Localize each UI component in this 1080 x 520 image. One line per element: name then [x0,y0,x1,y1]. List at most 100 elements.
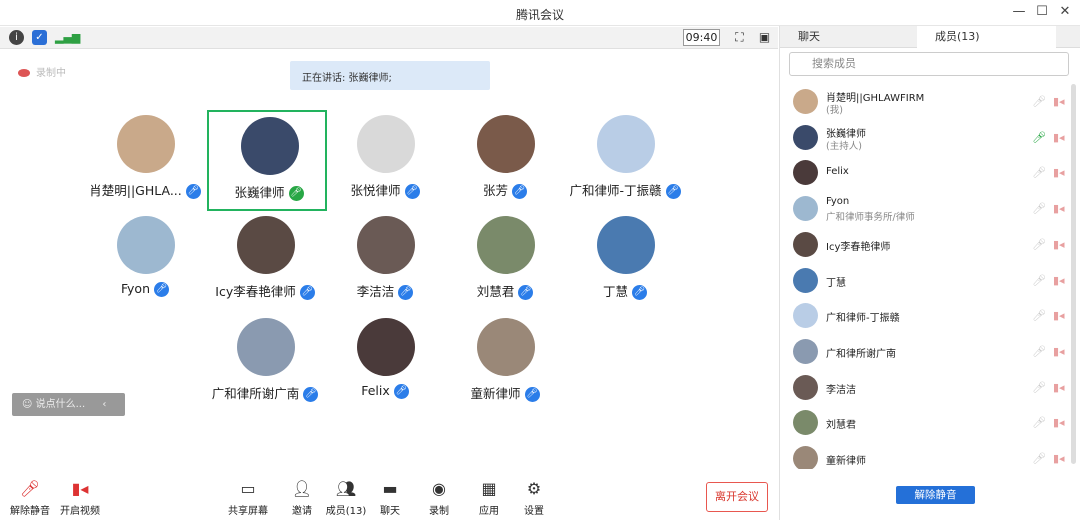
close-button[interactable]: ✕ [1056,4,1074,19]
member-row[interactable]: 张巍律师 (主持人) 🎤︎ ▮◂ [780,120,1068,156]
video-off-icon[interactable]: ▮◂ [1053,202,1065,215]
mic-off-icon[interactable]: 🎤︎ [1032,202,1046,215]
mic-off-icon[interactable]: 🎤︎ [1032,309,1046,322]
member-row[interactable]: 广和律师-丁振赣 🎤︎ ▮◂ [780,298,1068,334]
info-icon[interactable]: i [9,30,24,45]
participant-name: 广和律师-丁振赣 🎤︎ [569,183,681,199]
speaking-banner: 正在讲话: 张巍律师; [290,61,490,90]
participant-name: 童新律师 🎤︎ [470,386,540,402]
member-name: 刘慧君 [826,420,856,432]
video-off-icon[interactable]: ▮◂ [1053,95,1065,108]
member-row[interactable]: 李洁洁 🎤︎ ▮◂ [780,370,1068,406]
member-row[interactable]: 肖楚明||GHLAWFIRM (我) 🎤︎ ▮◂ [780,84,1068,120]
maximize-button[interactable]: ☐ [1033,4,1051,19]
member-row[interactable]: Icy李春艳律师 🎤︎ ▮◂ [780,227,1068,263]
add-user-icon: 👤︎ [291,479,313,498]
avatar [241,117,299,175]
member-name: 李洁洁 [826,384,856,396]
mic-off-icon[interactable]: 🎤︎ [1032,381,1046,394]
member-role: (主持人) [826,140,862,152]
leave-meeting-button[interactable]: 离开会议 [706,482,768,512]
member-name: 广和律所谢广南 [826,348,896,360]
tab-members[interactable]: 成员(13) [917,26,1056,48]
video-off-icon[interactable]: ▮◂ [1053,131,1065,144]
member-row[interactable]: 丁慧 🎤︎ ▮◂ [780,263,1068,299]
gear-icon: ⚙ [526,479,542,498]
unmute-all-button[interactable]: 解除静音 [896,486,975,504]
fullscreen-icon[interactable]: ⛶ [732,30,747,45]
member-name: 广和律师-丁振赣 [826,313,900,325]
member-list: 肖楚明||GHLAWFIRM (我) 🎤︎ ▮◂ 张巍律师 (主持人) 🎤︎ ▮◂ Felix 🎤… [780,84,1068,469]
meeting-toolbar: i ✓ ▂▄▆ 09:40 ⛶ ▣ [0,27,778,49]
mic-icon[interactable]: 🎤︎ [1032,131,1046,144]
participant-tile[interactable]: 广和律师-丁振赣 🎤︎ [565,110,685,210]
window-title: 腾讯会议 [515,8,564,22]
mic-off-icon[interactable]: 🎤︎ [1032,452,1046,465]
mic-off-icon[interactable]: 🎤︎ [1032,166,1046,179]
video-off-icon[interactable]: ▮◂ [1053,416,1065,429]
video-off-icon[interactable]: ▮◂ [1053,345,1065,358]
member-name: Icy李春艳律师 [826,241,891,253]
mic-off-icon[interactable]: 🎤︎ [1032,274,1046,287]
mic-off-icon: 🎤︎ [19,479,41,498]
video-off-icon[interactable]: ▮◂ [1053,452,1065,465]
member-row[interactable]: 童新律师 🎤︎ ▮◂ [780,441,1068,469]
meeting-time: 09:40 [683,29,720,46]
chat-quick-input[interactable]: ☺ 说点什么... ‹ [12,393,125,416]
screen-share-icon: ▭ [240,479,256,498]
avatar [357,216,415,274]
avatar [793,338,818,364]
shield-icon[interactable]: ✓ [32,30,47,45]
member-row[interactable]: Felix 🎤︎ ▮◂ [780,155,1068,191]
avatar [477,318,535,376]
mic-off-icon[interactable]: 🎤︎ [1032,416,1046,429]
avatar [793,374,818,400]
video-off-icon[interactable]: ▮◂ [1053,166,1065,179]
signal-icon[interactable]: ▂▄▆ [55,30,80,45]
mic-icon: 🎤︎ [632,285,647,300]
member-name: 丁慧 [826,277,846,289]
video-off-icon[interactable]: ▮◂ [1053,381,1065,394]
avatar [793,267,818,293]
video-area: 录制中 正在讲话: 张巍律师; 肖楚明||GHLA... 🎤︎ 张巍律师 🎤︎ 张悦律师… [0,50,778,520]
mic-off-icon[interactable]: 🎤︎ [1032,238,1046,251]
title-bar: 腾讯会议 — ☐ ✕ [0,0,1080,26]
minimize-button[interactable]: — [1010,4,1028,19]
avatar [793,160,818,186]
member-row[interactable]: Fyon 广和律师事务所/律师 🎤︎ ▮◂ [780,191,1068,227]
participant-tile[interactable]: 丁慧 🎤︎ [565,211,685,311]
chevron-left-icon[interactable]: ‹ [102,399,106,410]
avatar [237,216,295,274]
avatar [793,196,818,222]
mic-off-icon[interactable]: 🎤︎ [1032,95,1046,108]
participant-tile[interactable]: 童新律师 🎤︎ [445,313,565,413]
start-video-button[interactable]: ▮◂ 开启视频 [50,480,110,518]
bottom-bar: 🎤︎ 解除静音 ▮◂ 开启视频 ▭ 共享屏幕 👤︎ 邀请 👥︎ 成员(13) ▬ 聊天 ◉ 录… [0,472,778,520]
avatar [597,216,655,274]
avatar [357,115,415,173]
avatar [357,318,415,376]
mic-off-icon[interactable]: 🎤︎ [1032,345,1046,358]
tab-chat[interactable]: 聊天 [780,26,917,48]
layout-icon[interactable]: ▣ [757,30,772,45]
video-off-icon[interactable]: ▮◂ [1053,238,1065,251]
avatar [597,115,655,173]
member-list-scrollbar[interactable] [1071,84,1076,464]
recording-indicator: 录制中 [18,64,66,79]
share-screen-button[interactable]: ▭ 共享屏幕 [218,479,278,518]
side-panel: 聊天 成员(13) 搜索成员 肖楚明||GHLAWFIRM (我) 🎤︎ ▮◂ 张巍律师… [779,26,1080,520]
avatar [793,89,818,114]
settings-button[interactable]: ⚙ 设置 [504,479,564,518]
video-off-icon[interactable]: ▮◂ [1053,309,1065,322]
mic-icon: 🎤︎ [665,184,681,199]
member-row[interactable]: 广和律所谢广南 🎤︎ ▮◂ [780,334,1068,370]
member-role: (我) [826,105,843,116]
avatar [117,216,175,274]
video-off-icon[interactable]: ▮◂ [1053,274,1065,287]
avatar [237,318,295,376]
members-icon: 👥︎ [335,479,357,498]
member-row[interactable]: 刘慧君 🎤︎ ▮◂ [780,405,1068,441]
mic-icon: 🎤︎ [524,387,540,402]
member-search-input[interactable]: 搜索成员 [789,52,1069,76]
avatar [793,231,818,257]
